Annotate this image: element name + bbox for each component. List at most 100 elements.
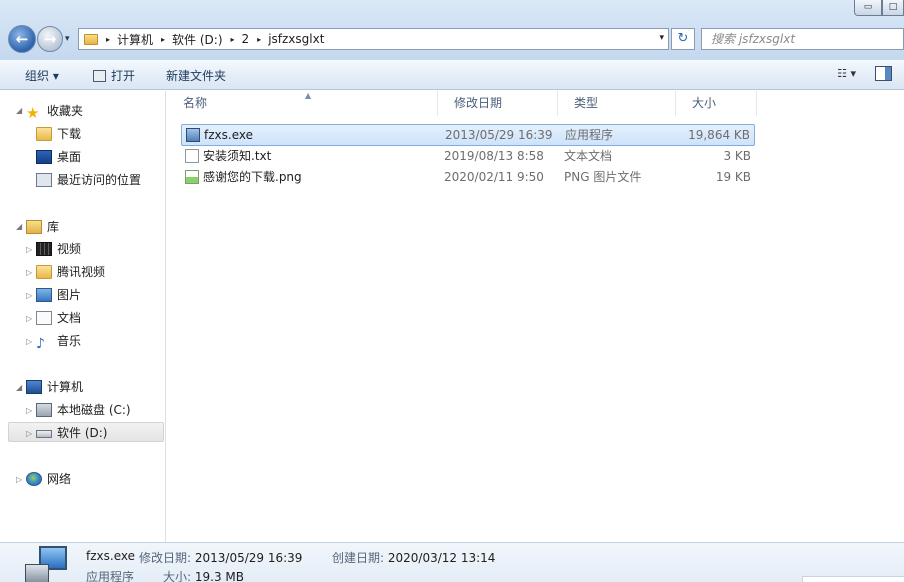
collapse-toggle[interactable]: ▷ [26,245,32,254]
breadcrumb-separator[interactable]: ▸ [161,35,165,44]
nav-downloads[interactable]: 下载 [36,124,81,144]
nav-label: 库 [47,220,60,234]
details-pane: fzxs.exe 修改日期: 2013/05/29 16:39 创建日期: 20… [0,542,904,582]
expand-toggle[interactable]: ◢ [16,106,22,115]
back-button[interactable]: ← [8,25,36,53]
column-header-size[interactable]: 大小 [676,91,757,116]
file-name: fzxs.exe [204,128,253,142]
open-icon [93,70,106,82]
nav-computer[interactable]: 计算机 [26,377,83,397]
computer-icon [26,380,42,394]
details-pane-edge [802,576,904,582]
address-history-dropdown[interactable]: ▾ [659,33,664,43]
details-modified-value: 2013/05/29 16:39 [194,551,303,565]
image-file-icon [185,170,199,184]
nav-label: 网络 [47,472,72,486]
video-icon [36,242,52,256]
breadcrumb-drive-d[interactable]: 软件 (D:) [172,31,222,48]
nav-pictures[interactable]: 图片 [36,285,81,305]
folder-icon [84,33,98,45]
minimize-button[interactable]: ▭ [854,0,882,16]
sort-ascending-icon: ▲ [305,91,312,100]
nav-network[interactable]: 网络 [26,469,71,489]
column-header-date-modified[interactable]: 修改日期 [438,91,558,116]
details-created-label: 创建日期: [332,551,385,565]
new-folder-button[interactable]: 新建文件夹 [166,67,226,84]
file-type: PNG 图片文件 [564,170,642,184]
details-type-value: 应用程序 [86,570,135,582]
window-frame-top: ▭ □ ← → ▾ ▸ 计算机 ▸ 软件 (D:) ▸ 2 ▸ jsfzxsgl… [0,0,904,60]
address-bar[interactable]: ▸ 计算机 ▸ 软件 (D:) ▸ 2 ▸ jsfzxsglxt ▾ [78,28,669,50]
nav-favorites[interactable]: ★ 收藏夹 [26,101,84,122]
nav-videos[interactable]: 视频 [36,239,81,259]
nav-libraries[interactable]: 库 [26,217,59,237]
library-icon [26,220,42,234]
column-header-name[interactable]: 名称 [167,91,438,116]
navigation-pane[interactable]: ◢ ★ 收藏夹 下载 桌面 最近访问的位置 ◢ 库 ▷ 视频 ▷ 腾讯视频 ▷ 图… [0,91,166,542]
file-date-modified: 2020/02/11 9:50 [444,170,544,184]
search-input[interactable]: 搜索 jsfzxsglxt [701,28,904,50]
expand-toggle[interactable]: ◢ [16,383,22,392]
collapse-toggle[interactable]: ▷ [26,406,32,415]
nav-label: 腾讯视频 [57,265,106,279]
open-button[interactable]: 打开 [93,67,135,84]
recent-places-icon [36,173,52,187]
file-type: 应用程序 [565,128,614,142]
collapse-toggle[interactable]: ▷ [26,291,32,300]
recent-pages-dropdown[interactable]: ▾ [65,34,70,44]
nav-tencent-video[interactable]: 腾讯视频 [36,262,105,282]
expand-toggle[interactable]: ◢ [16,222,22,231]
details-created-value: 2020/03/12 13:14 [387,551,496,565]
column-header-type[interactable]: 类型 [558,91,676,116]
pictures-icon [36,288,52,302]
nav-label: 最近访问的位置 [57,173,142,187]
file-date-modified: 2019/08/13 8:58 [444,149,544,163]
file-row[interactable]: 感谢您的下载.png 2020/02/11 9:50 PNG 图片文件 19 K… [181,167,755,189]
breadcrumb-separator[interactable]: ▸ [231,35,235,44]
nav-label: 文档 [57,311,82,325]
nav-local-disk-c[interactable]: 本地磁盘 (C:) [36,400,131,420]
nav-label: 本地磁盘 (C:) [57,403,131,417]
file-name: 感谢您的下载.png [203,170,302,184]
nav-documents[interactable]: 文档 [36,308,81,328]
nav-desktop[interactable]: 桌面 [36,147,81,167]
nav-recent-places[interactable]: 最近访问的位置 [36,170,141,190]
change-view-button[interactable]: ☷ ▾ [837,67,856,80]
network-icon [26,472,42,486]
file-size: 19 KB [715,170,751,184]
nav-label: 软件 (D:) [57,426,108,440]
folder-icon [36,265,52,279]
documents-icon [36,311,52,325]
nav-music[interactable]: ♪ 音乐 [36,331,81,352]
refresh-button[interactable]: ↻ [671,28,695,50]
command-bar: 组织 ▾ 打开 新建文件夹 ☷ ▾ [0,60,904,90]
collapse-toggle[interactable]: ▷ [26,337,32,346]
breadcrumb-folder-2[interactable]: 2 [242,32,250,46]
maximize-button[interactable]: □ [882,0,904,16]
details-size-label: 大小: [163,570,192,582]
collapse-toggle[interactable]: ▷ [26,268,32,277]
details-type: 应用程序 [86,568,134,582]
nav-label: 桌面 [57,150,82,164]
nav-label: 收藏夹 [47,104,84,118]
breadcrumb-current-folder[interactable]: jsfzxsglxt [268,32,324,46]
file-name: 安装须知.txt [203,149,272,163]
organize-button[interactable]: 组织 ▾ [25,67,59,84]
collapse-toggle[interactable]: ▷ [16,475,22,484]
collapse-toggle[interactable]: ▷ [26,314,32,323]
preview-pane-button[interactable] [875,66,892,81]
breadcrumb-separator[interactable]: ▸ [257,35,261,44]
breadcrumb-separator[interactable]: ▸ [106,35,110,44]
file-type: 文本文档 [564,149,613,163]
file-row[interactable]: 安装须知.txt 2019/08/13 8:58 文本文档 3 KB [181,146,755,168]
file-row[interactable]: fzxs.exe 2013/05/29 16:39 应用程序 19,864 KB [181,124,755,146]
details-modified-label: 修改日期: [139,551,192,565]
drive-icon [36,430,52,438]
forward-button[interactable]: → [37,26,63,52]
text-file-icon [185,149,199,163]
file-list[interactable]: 名称 ▲ 修改日期 类型 大小 fzxs.exe 2013/05/29 16:3… [167,91,904,542]
nav-label: 视频 [57,242,82,256]
breadcrumb-computer[interactable]: 计算机 [117,31,153,48]
details-created: 创建日期: 2020/03/12 13:14 [332,549,495,566]
collapse-toggle[interactable]: ▷ [26,429,32,438]
